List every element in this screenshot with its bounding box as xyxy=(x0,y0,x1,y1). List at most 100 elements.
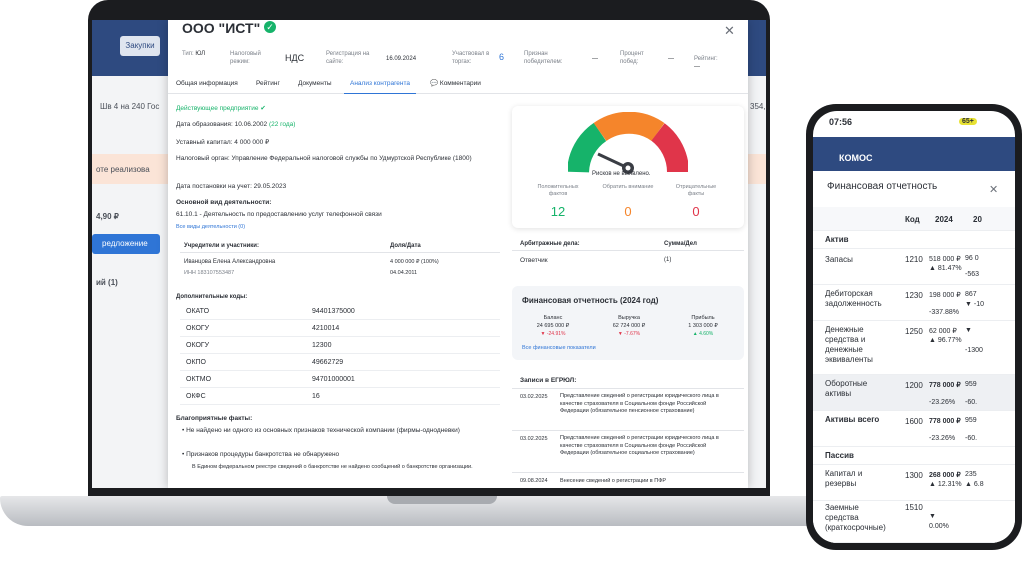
phone-close-icon[interactable]: ✕ xyxy=(989,183,998,196)
positive-value: 12 xyxy=(550,204,566,219)
founder-share: 4 000 000 ₽ (100%) xyxy=(390,259,439,265)
tax-authority: Налоговый орган: Управление Федеральной … xyxy=(176,155,472,162)
phone-screen: 07:56 65+ КОМОС Финансовая отчетность ✕ … xyxy=(813,111,1015,543)
modal-title: ООО "ИСТ" xyxy=(182,20,261,36)
arbitration-role: Ответчик xyxy=(520,257,548,264)
share-header: Доля/Дата xyxy=(390,243,421,249)
all-activities-link[interactable]: Все виды деятельности (0) xyxy=(176,223,245,232)
phone-section-assets: Актив xyxy=(813,231,1015,249)
codes-title: Дополнительные коды: xyxy=(176,294,248,300)
phone-title: Финансовая отчетность xyxy=(827,181,938,192)
status-check-icon: ✔ xyxy=(260,105,266,112)
phone-row: Денежные средства и денежные эквиваленты… xyxy=(813,321,1015,375)
phone-time: 07:56 xyxy=(829,117,853,127)
code-row: ОКТМО 94701000001 xyxy=(180,371,500,388)
attention-label: Обратить внимание xyxy=(602,184,654,190)
tab-general[interactable]: Общая информация xyxy=(176,76,238,94)
tenders-button[interactable]: Закупки xyxy=(120,36,160,56)
favorable-title: Благоприятные факты: xyxy=(176,415,253,422)
code-row: ОКАТО 94401375000 xyxy=(180,303,500,320)
status-active: Действующее предприятие ✔ xyxy=(176,105,266,112)
meta-winner: Признан победителем: xyxy=(524,51,563,65)
tab-documents[interactable]: Документы xyxy=(298,76,332,94)
finance-title: Финансовая отчетность (2024 год) xyxy=(522,296,659,305)
egrul-text: Внесение сведений о регистрации в ПФР xyxy=(560,478,667,484)
negative-label: Отрицательные факты xyxy=(675,184,717,197)
code-row: ОКПО 49662729 xyxy=(180,354,500,371)
meta-type: Тип: ЮЛ xyxy=(182,51,206,57)
meta-reg-value: 16.09.2024 xyxy=(386,56,417,62)
egrul-text: Представление сведений о регистрации юри… xyxy=(560,393,719,414)
capital: Уставный капитал: 4 000 000 ₽ xyxy=(176,139,270,146)
egrul-date: 03.02.2025 xyxy=(520,436,548,442)
risk-gauge xyxy=(568,112,688,174)
meta-tax-value: НДС xyxy=(285,53,305,63)
tab-rating[interactable]: Рейтинг xyxy=(256,76,280,94)
registration-date: Дата постановки на учет: 29.05.2023 xyxy=(176,183,287,190)
background-row-text: Шв 4 на 240 Гос xyxy=(100,102,160,111)
tab-analysis[interactable]: Анализ контрагента xyxy=(344,76,417,94)
phone-table-header: Код 2024 20 xyxy=(813,207,1015,231)
founders-divider xyxy=(180,252,500,253)
verified-icon: ✓ xyxy=(264,21,276,33)
code-row: ОКОГУ 4210014 xyxy=(180,320,500,337)
founder-name: Иванцова Елена Александровна xyxy=(184,259,276,265)
code-row: ОКФС 16 xyxy=(180,388,500,405)
risk-card: Рисков не выявлено. Положительных фактов… xyxy=(512,106,744,228)
egrul-divider xyxy=(512,430,744,431)
founders-header: Учредители и участники: xyxy=(184,243,259,249)
negative-value: 0 xyxy=(692,204,700,219)
phone-section-liabilities: Пассив xyxy=(813,447,1015,465)
finance-balance-change: ▼ -24.91% xyxy=(540,331,566,337)
favorable-item: • Признаков процедуры банкротства не обн… xyxy=(182,451,340,458)
background-count: ий (1) xyxy=(96,278,118,287)
risk-caption: Рисков не выявлено. xyxy=(592,171,651,177)
phone-row: Дебиторская задолженность 1230 198 000 ₽… xyxy=(813,285,1015,321)
meta-win-pct: Процент побед: xyxy=(620,51,644,65)
laptop-notch xyxy=(387,496,497,504)
phone-row: Заемные средства (краткосрочные) 1510 ▼ … xyxy=(813,501,1015,543)
arbitration-count: (1) xyxy=(664,257,672,263)
attention-value: 0 xyxy=(624,204,632,219)
counterparty-modal: ООО "ИСТ" ✓ ✕ Тип: ЮЛ Налоговый режим: Н… xyxy=(168,20,748,488)
founder-date: 04.04.2011 xyxy=(390,270,418,276)
phone-row: Оборотные активы 1200 778 000 ₽ -23.26% … xyxy=(813,375,1015,411)
laptop-screen: Закупки Шв 4 на 240 Гос 354,9 оте реализ… xyxy=(92,20,766,488)
egrul-divider xyxy=(512,472,744,473)
favorable-note: В Едином федеральном реестре сведений о … xyxy=(192,464,473,470)
modal-tabs: Общая информация Рейтинг Документы Анали… xyxy=(168,76,748,94)
egrul-title: Записи в ЕГРЮЛ: xyxy=(520,377,577,384)
positive-label: Положительных фактов xyxy=(537,184,579,197)
background-amount: 354,9 xyxy=(750,102,766,111)
code-row: ОКОГУ 12300 xyxy=(180,337,500,354)
finance-revenue-change: ▼ -7.67% xyxy=(617,331,641,337)
background-price: 4,90 ₽ xyxy=(96,212,119,221)
founded: Дата образования: 10.06.2002 (22 года) xyxy=(176,121,296,128)
background-band-text: оте реализова xyxy=(96,165,150,174)
phone-logo: КОМОС xyxy=(839,153,873,163)
comment-icon: 💬 xyxy=(430,80,439,87)
meta-winner-value: — xyxy=(592,56,598,62)
egrul-divider xyxy=(512,388,744,389)
meta-tax: Налоговый режим: xyxy=(230,51,261,65)
background-offer-button[interactable]: редложение xyxy=(92,234,160,254)
meta-rating: Рейтинг: — xyxy=(694,56,718,70)
battery-icon: 65+ xyxy=(959,118,977,125)
founder-inn: ИНН 183107553487 xyxy=(184,270,235,276)
phone-row: Капитал и резервы 1300 268 000 ₽ ▲ 12.31… xyxy=(813,465,1015,501)
activity-title: Основной вид деятельности: xyxy=(176,199,272,206)
meta-reg: Регистрация на сайте: xyxy=(326,51,370,65)
meta-participated-value: 6 xyxy=(499,52,505,62)
egrul-date: 09.08.2024 xyxy=(520,478,548,484)
egrul-date: 03.02.2025 xyxy=(520,394,548,400)
meta-win-pct-value: — xyxy=(668,56,674,62)
phone-row: Активы всего 1600 778 000 ₽ -23.26% 959 … xyxy=(813,411,1015,447)
favorable-item: • Не найдено ни одного из основных призн… xyxy=(182,427,460,434)
finance-all-link[interactable]: Все финансовые показатели xyxy=(522,344,596,353)
arbitration-divider xyxy=(512,250,744,251)
close-icon[interactable]: ✕ xyxy=(724,23,735,39)
finance-profit-change: ▲ 4.60% xyxy=(692,331,714,337)
activity-main: 61.10.1 - Деятельность по предоставлению… xyxy=(176,211,382,218)
arbitration-title: Арбитражные дела: xyxy=(520,241,580,247)
tab-comments[interactable]: 💬 Комментарии xyxy=(430,76,481,94)
